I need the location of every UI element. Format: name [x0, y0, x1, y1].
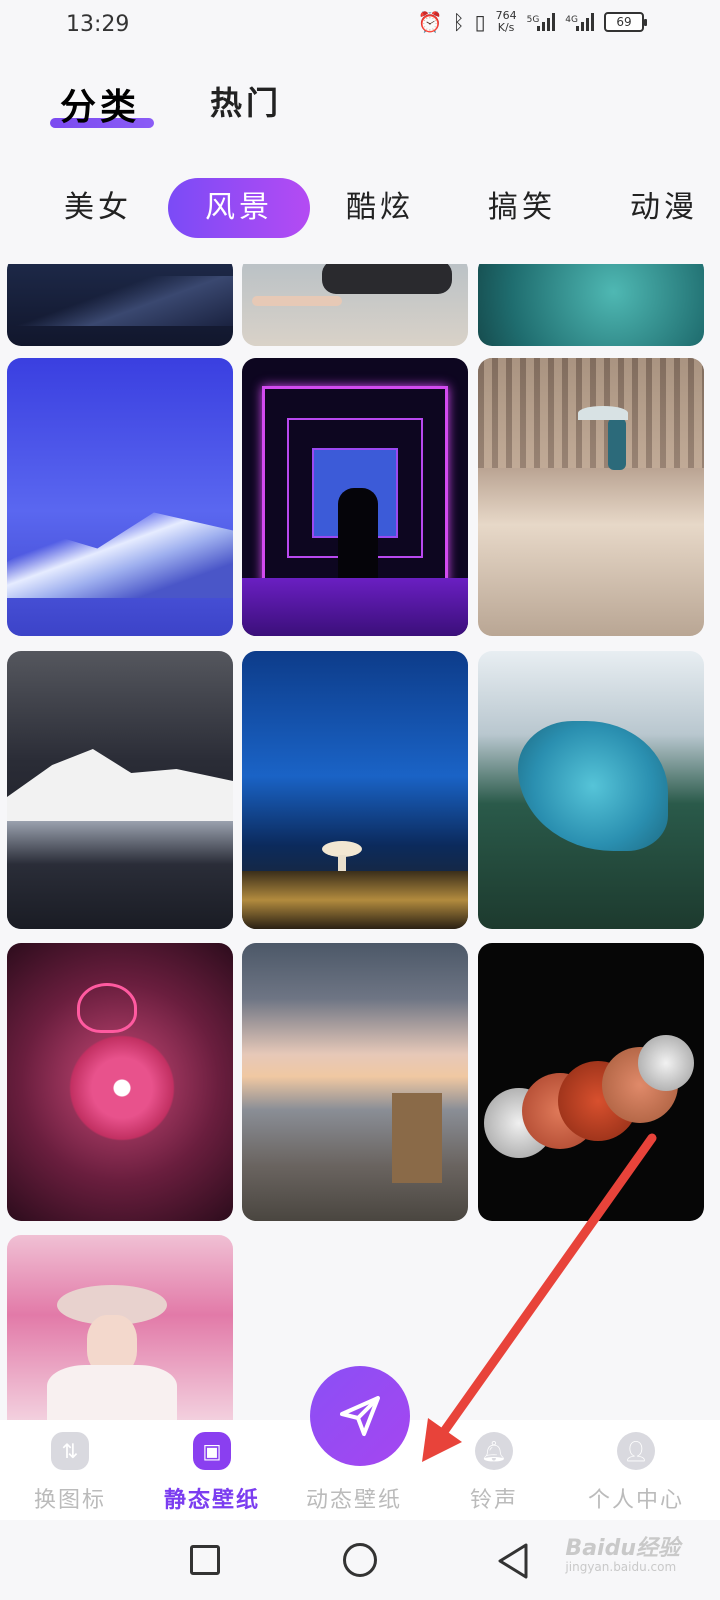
- wallpaper-thumb[interactable]: [242, 264, 468, 346]
- tab-popular[interactable]: 热门: [210, 78, 282, 124]
- wallpaper-thumb[interactable]: [242, 358, 468, 636]
- chip-funny[interactable]: 搞笑: [482, 178, 562, 238]
- signal-icon: 4G: [565, 13, 594, 31]
- signal-icon: 5G: [527, 13, 556, 31]
- nav-static-wallpaper[interactable]: ▣ 静态壁纸: [142, 1420, 282, 1520]
- signal-label: 4G: [565, 15, 578, 25]
- recent-apps-button[interactable]: [190, 1545, 220, 1575]
- battery-level: 69: [616, 15, 632, 29]
- nav-label: 动态壁纸: [305, 1488, 402, 1513]
- alarm-icon: ⏰: [417, 10, 443, 34]
- battery-icon: 69: [604, 12, 647, 32]
- nav-label: 个人中心: [587, 1488, 684, 1513]
- status-icons: ⏰ ᛒ ▯ 764 K/s 5G 4G 69: [417, 10, 647, 34]
- chip-cool[interactable]: 酷炫: [340, 178, 420, 238]
- send-icon: [340, 1396, 380, 1436]
- net-speed: 764 K/s: [496, 10, 517, 34]
- nav-label: 铃声: [469, 1488, 518, 1513]
- wallpaper-thumb[interactable]: [7, 651, 233, 929]
- vibrate-icon: ▯: [474, 10, 486, 34]
- dynamic-wallpaper-fab[interactable]: [310, 1366, 410, 1466]
- category-chips: 美女 风景 酷炫 搞笑 动漫: [0, 178, 720, 238]
- chip-beauty[interactable]: 美女: [58, 178, 138, 238]
- wallpaper-thumb[interactable]: [7, 1235, 233, 1420]
- wallpaper-thumb[interactable]: [7, 358, 233, 636]
- tab-category[interactable]: 分类: [60, 78, 140, 130]
- nav-swap-icon[interactable]: ⇅ 换图标: [0, 1420, 140, 1520]
- nav-profile[interactable]: 👤︎ 个人中心: [566, 1420, 706, 1520]
- watermark-url: jingyan.baidu.com: [565, 1560, 677, 1574]
- bluetooth-icon: ᛒ: [452, 10, 465, 34]
- chip-anime[interactable]: 动漫: [624, 178, 704, 238]
- watermark-logo: Baidu经验 jingyan.baidu.com: [565, 1530, 680, 1574]
- image-icon: ▣: [193, 1432, 231, 1470]
- wallpaper-thumb[interactable]: [242, 943, 468, 1221]
- signal-label: 5G: [526, 15, 540, 25]
- wallpaper-thumb[interactable]: [478, 943, 704, 1221]
- wallpaper-thumb[interactable]: [478, 358, 704, 636]
- top-tabs: 分类 热门: [0, 70, 720, 140]
- chip-scenery[interactable]: 风景: [168, 178, 310, 238]
- watermark-brand: Baidu经验: [565, 1536, 680, 1561]
- wallpaper-thumb[interactable]: [7, 264, 233, 346]
- nav-ringtone[interactable]: 🔔︎ 铃声: [424, 1420, 564, 1520]
- wallpaper-thumb[interactable]: [7, 943, 233, 1221]
- nav-label: 静态壁纸: [163, 1488, 260, 1513]
- status-bar: 13:29 ⏰ ᛒ ▯ 764 K/s 5G 4G 69: [0, 0, 720, 50]
- home-button[interactable]: [343, 1543, 377, 1577]
- wallpaper-thumb[interactable]: [478, 264, 704, 346]
- swap-icon: ⇅: [51, 1432, 89, 1470]
- status-time: 13:29: [66, 12, 130, 37]
- nav-label: 换图标: [33, 1488, 106, 1513]
- wallpaper-thumb[interactable]: [242, 651, 468, 929]
- wallpaper-thumb[interactable]: [478, 651, 704, 929]
- net-speed-unit: K/s: [497, 21, 515, 34]
- bell-icon: 🔔︎: [475, 1432, 513, 1470]
- back-button[interactable]: [496, 1542, 530, 1580]
- wallpaper-grid: [0, 264, 720, 1420]
- user-icon: 👤︎: [617, 1432, 655, 1470]
